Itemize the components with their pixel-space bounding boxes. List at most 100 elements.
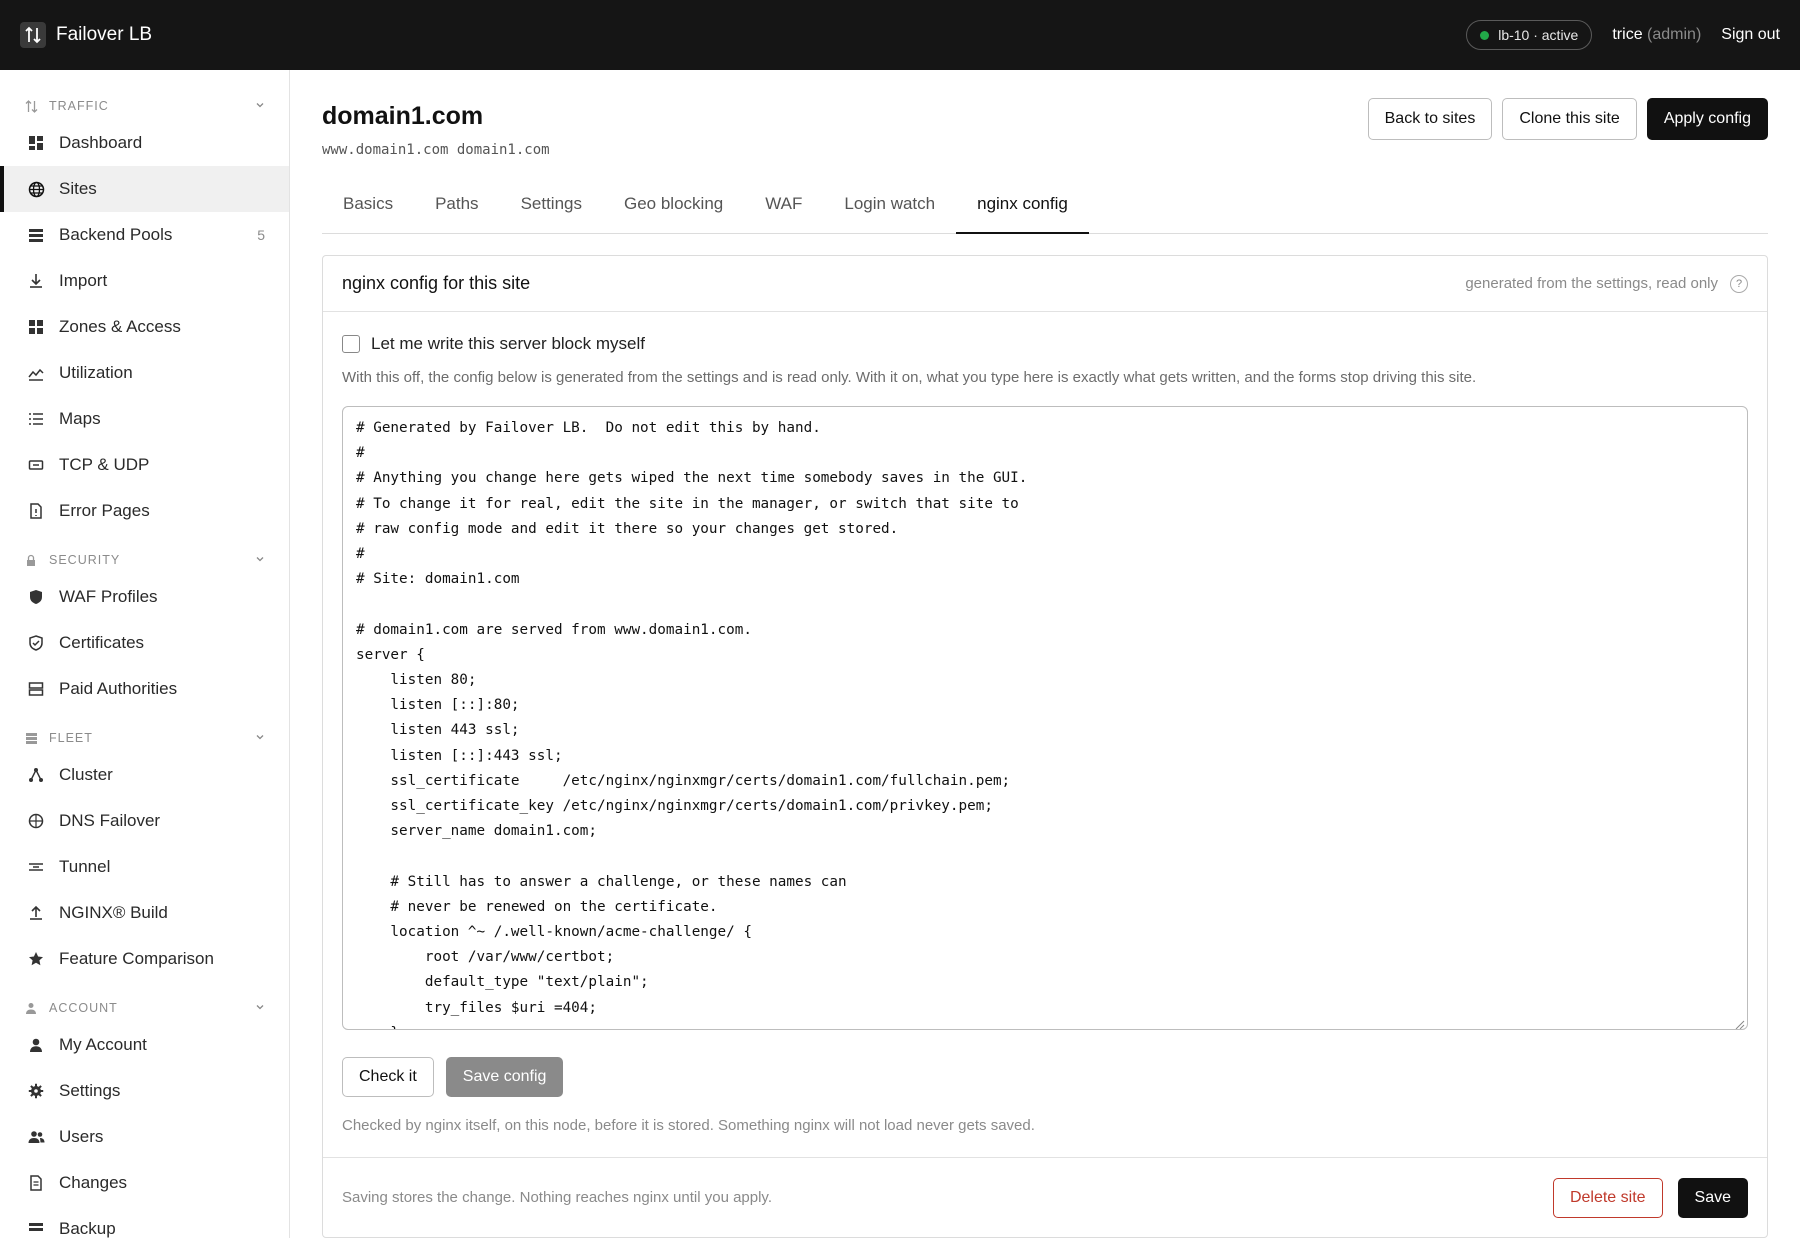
footer-note: Saving stores the change. Nothing reache…	[342, 1189, 772, 1206]
zones-icon	[27, 318, 45, 336]
sidebar-item-nginx-build[interactable]: NGINX® Build	[0, 890, 289, 936]
tab-login-watch[interactable]: Login watch	[823, 194, 956, 234]
sidebar-item-label: Backup	[59, 1219, 116, 1238]
resize-handle-icon[interactable]	[1735, 1017, 1745, 1029]
sidebar-item-label: Sites	[59, 179, 97, 198]
manual-mode-help: With this off, the config below is gener…	[342, 369, 1477, 386]
sidebar-item-label: Certificates	[59, 633, 145, 652]
tcp-icon	[27, 456, 45, 474]
section-title: SECURITY	[49, 553, 121, 567]
card-title: nginx config for this site	[342, 273, 531, 293]
main-content: domain1.com www.domain1.com domain1.com …	[322, 70, 1768, 1238]
import-icon	[27, 272, 45, 290]
sidebar-item-label: TCP & UDP	[59, 455, 150, 474]
check-config-button[interactable]: Check it	[342, 1057, 434, 1097]
tab-nginx-config[interactable]: nginx config	[956, 194, 1089, 234]
sidebar-section-traffic[interactable]: TRAFFIC	[0, 92, 289, 120]
server-icon	[27, 680, 45, 698]
save-button[interactable]: Save	[1677, 1177, 1748, 1218]
chevron-down-icon[interactable]	[255, 99, 265, 113]
cluster-icon	[27, 766, 45, 784]
sidebar-item-label: Dashboard	[59, 133, 143, 152]
sidebar-item-label: Maps	[59, 409, 101, 428]
sidebar-item-backup[interactable]: Backup	[0, 1206, 289, 1238]
sidebar-section-security[interactable]: SECURITY	[0, 546, 289, 574]
brand[interactable]: Failover LB	[20, 22, 152, 48]
node-status-text: lb-10 · active	[1498, 27, 1579, 43]
sidebar-item-waf-profiles[interactable]: WAF Profiles	[0, 574, 289, 620]
tab-paths[interactable]: Paths	[414, 194, 499, 234]
star-icon	[27, 950, 45, 968]
tab-waf[interactable]: WAF	[744, 194, 823, 234]
sidebar-item-label: Zones & Access	[59, 317, 181, 336]
chevron-down-icon[interactable]	[255, 731, 265, 745]
sidebar-item-dashboard[interactable]: Dashboard	[0, 120, 289, 166]
sidebar-item-paid-authorities[interactable]: Paid Authorities	[0, 666, 289, 712]
pool-count-badge: 5	[257, 227, 265, 243]
manual-mode-toggle[interactable]: Let me write this server block myself	[342, 334, 1748, 354]
sidebar-item-settings[interactable]: Settings	[0, 1068, 289, 1114]
upload-icon	[27, 904, 45, 922]
sidebar: TRAFFIC Dashboard Sites Backend Pools 5 …	[0, 70, 290, 1238]
manual-mode-checkbox[interactable]	[342, 335, 360, 353]
sidebar-item-backend-pools[interactable]: Backend Pools 5	[0, 212, 289, 258]
sidebar-item-tcp-udp[interactable]: TCP & UDP	[0, 442, 289, 488]
certificate-icon	[27, 634, 45, 652]
read-only-note-text: generated from the settings, read only	[1465, 275, 1718, 292]
list-icon	[27, 410, 45, 428]
sidebar-item-certificates[interactable]: Certificates	[0, 620, 289, 666]
sidebar-item-label: My Account	[59, 1035, 147, 1054]
tunnel-icon	[27, 858, 45, 876]
sidebar-item-error-pages[interactable]: Error Pages	[0, 488, 289, 534]
sidebar-item-dns-failover[interactable]: DNS Failover	[0, 798, 289, 844]
gear-icon	[27, 1082, 45, 1100]
sidebar-section-fleet[interactable]: FLEET	[0, 724, 289, 752]
globe-icon	[27, 180, 45, 198]
section-title: ACCOUNT	[49, 1001, 118, 1015]
sidebar-item-my-account[interactable]: My Account	[0, 1022, 289, 1068]
sidebar-item-label: Paid Authorities	[59, 679, 178, 698]
help-icon[interactable]: ?	[1730, 274, 1748, 293]
sidebar-item-utilization[interactable]: Utilization	[0, 350, 289, 396]
chevron-down-icon[interactable]	[255, 553, 265, 567]
users-icon	[27, 1128, 45, 1146]
sign-out-link[interactable]: Sign out	[1721, 26, 1780, 44]
save-config-button[interactable]: Save config	[445, 1057, 564, 1097]
check-note: Checked by nginx itself, on this node, b…	[342, 1117, 1035, 1134]
sidebar-item-label: Users	[59, 1127, 104, 1146]
nginx-config-card: nginx config for this site generated fro…	[322, 255, 1768, 1238]
fleet-icon	[24, 731, 38, 745]
top-bar: Failover LB lb-10 · active trice (admin)…	[0, 0, 1800, 70]
sidebar-item-users[interactable]: Users	[0, 1114, 289, 1160]
sidebar-item-label: Import	[59, 271, 108, 290]
config-code: # Generated by Failover LB. Do not edit …	[356, 420, 1028, 1029]
sidebar-item-changes[interactable]: Changes	[0, 1160, 289, 1206]
tab-row: Basics Paths Settings Geo blocking WAF L…	[322, 194, 1768, 234]
tab-geo-blocking[interactable]: Geo blocking	[603, 194, 744, 234]
dns-icon	[27, 812, 45, 830]
sidebar-item-maps[interactable]: Maps	[0, 396, 289, 442]
tab-settings[interactable]: Settings	[500, 194, 603, 234]
tab-basics[interactable]: Basics	[322, 194, 414, 234]
delete-site-button[interactable]: Delete site	[1552, 1177, 1663, 1218]
pools-icon	[27, 226, 45, 244]
backup-icon	[27, 1220, 45, 1238]
sidebar-item-cluster[interactable]: Cluster	[0, 752, 289, 798]
sidebar-item-import[interactable]: Import	[0, 258, 289, 304]
user-small-icon	[24, 1001, 38, 1015]
sidebar-item-label: Error Pages	[59, 501, 150, 520]
sidebar-item-zones-access[interactable]: Zones & Access	[0, 304, 289, 350]
sidebar-item-sites[interactable]: Sites	[0, 166, 289, 212]
node-status-badge[interactable]: lb-10 · active	[1466, 20, 1593, 50]
sidebar-item-label: WAF Profiles	[59, 587, 158, 606]
current-user: trice (admin)	[1612, 26, 1701, 44]
sidebar-item-label: DNS Failover	[59, 811, 161, 830]
arrows-updown-icon	[20, 22, 46, 48]
user-icon	[27, 1036, 45, 1054]
config-editor[interactable]: # Generated by Failover LB. Do not edit …	[342, 406, 1748, 1030]
sidebar-item-tunnel[interactable]: Tunnel	[0, 844, 289, 890]
sidebar-item-feature-comparison[interactable]: Feature Comparison	[0, 936, 289, 982]
chevron-down-icon[interactable]	[255, 1001, 265, 1015]
card-header: nginx config for this site generated fro…	[323, 256, 1767, 312]
sidebar-section-account[interactable]: ACCOUNT	[0, 994, 289, 1022]
